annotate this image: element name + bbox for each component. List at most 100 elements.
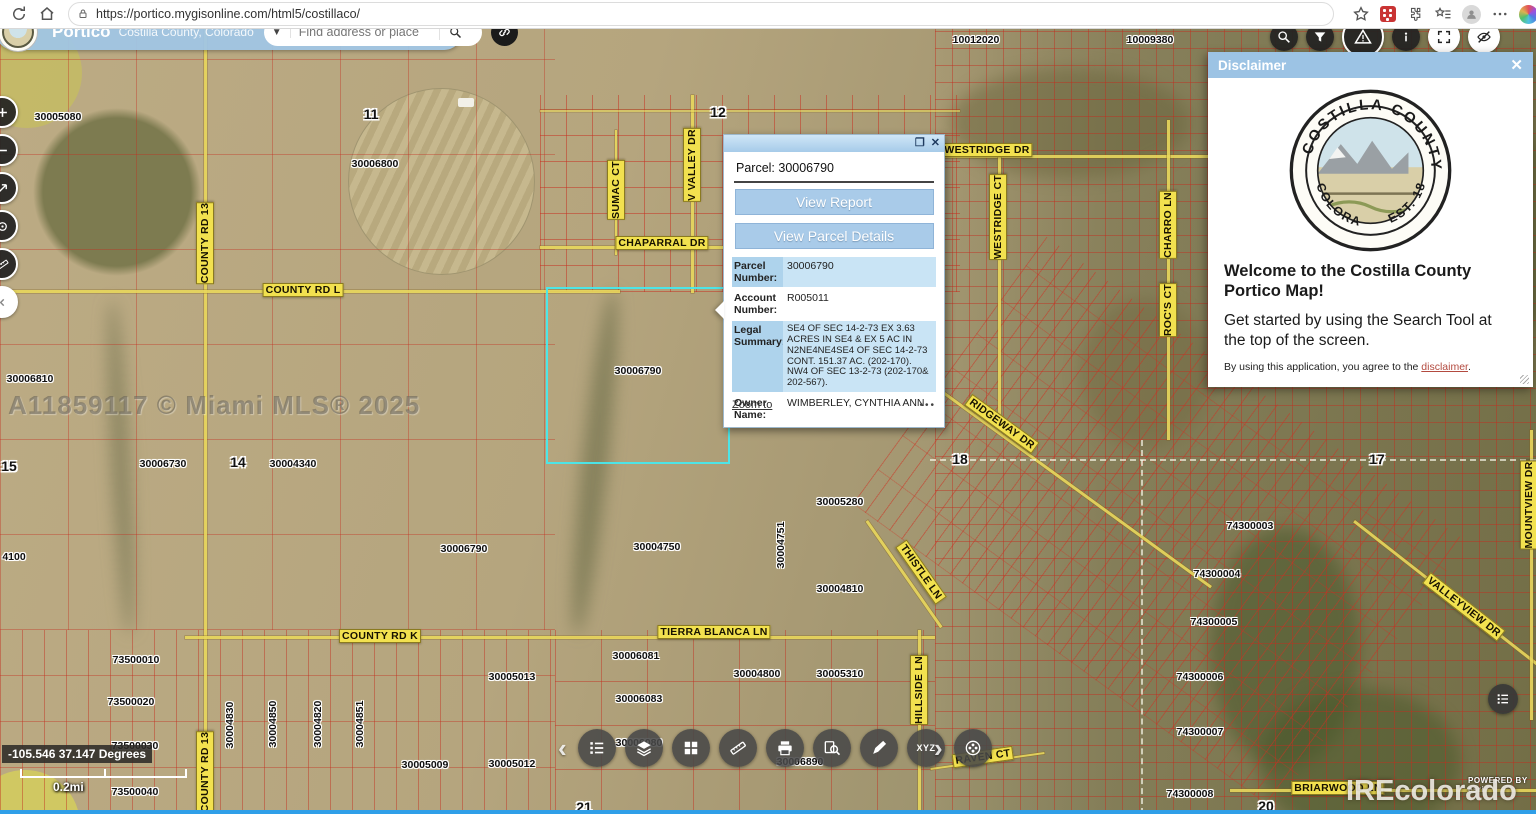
map-label-road: COUNTY RD 13 [196, 202, 214, 284]
measure-icon [728, 738, 748, 758]
field-label: Account Number: [732, 289, 783, 319]
view-parcel-details-button[interactable]: View Parcel Details [735, 223, 934, 249]
disclaimer-link[interactable]: disclaimer [1421, 361, 1468, 373]
agree-prefix: By using this application, you agree to … [1224, 361, 1421, 373]
browser-toolbar: https://portico.mygisonline.com/html5/co… [0, 0, 1536, 29]
map-label-road: HILLSIDE LN [910, 655, 928, 725]
map-label-parcel: 30004851 [354, 701, 366, 748]
extensions-puzzle-icon[interactable] [1406, 5, 1424, 23]
map-label-parcel: 30006081 [613, 650, 660, 662]
map-label-section: 18 [952, 451, 968, 467]
basemap-button[interactable] [672, 729, 710, 767]
legend-icon [1495, 691, 1511, 707]
map-label-parcel: 30005310 [817, 668, 864, 680]
reload-icon[interactable] [10, 5, 28, 23]
map-label-parcel: 30004340 [270, 458, 317, 470]
print-button[interactable] [766, 729, 804, 767]
map-label-parcel: 74300004 [1194, 568, 1241, 580]
bookmark-star-icon[interactable] [1352, 5, 1370, 23]
field-row-legal-summary: Legal Summary: SE4 OF SEC 14-2-73 EX 3.6… [732, 321, 936, 392]
divider [734, 181, 934, 183]
legend-fab-button[interactable] [1488, 684, 1518, 714]
coordinate-readout: -105.546 37.147 Degrees [2, 745, 152, 763]
field-value: 30006790 [783, 257, 936, 287]
measure-button[interactable] [719, 729, 757, 767]
window-edge [0, 810, 1536, 814]
print-icon [775, 738, 795, 758]
toolbar-prev-chevron[interactable]: ‹ [558, 733, 567, 764]
map-label-parcel: 30004750 [634, 541, 681, 553]
toolbar-next-chevron[interactable]: › [934, 733, 943, 764]
collections-icon[interactable] [1434, 5, 1452, 23]
popup-more-options[interactable]: ••• [919, 400, 936, 411]
identify-icon [822, 738, 842, 758]
field-value: R005011 [783, 289, 936, 319]
map-label-section: 12 [710, 104, 726, 120]
map-label-parcel: 73500040 [112, 786, 159, 798]
popup-body: Parcel: 30006790 View Report View Parcel… [724, 152, 944, 416]
map-label-road: V VALLEY DR [683, 128, 701, 202]
county-seal: COSTILLA COUNTY COLORADO EST. 1861 [1288, 88, 1453, 253]
map-label-parcel: 30005013 [489, 671, 536, 683]
map-label-section: 11 [364, 106, 379, 122]
filter-icon [1312, 29, 1328, 45]
layers-icon [634, 738, 654, 758]
popup-parcel-title: Parcel: 30006790 [736, 161, 936, 175]
map-label-road: COUNTY RD K [339, 629, 421, 643]
field-value: SE4 OF SEC 14-2-73 EX 3.63 ACRES IN SE4 … [783, 321, 936, 392]
locate-icon [0, 219, 10, 234]
map-label-road: COUNTY RD L [263, 283, 344, 297]
legend-button[interactable] [578, 729, 616, 767]
disclaimer-close-icon[interactable]: ✕ [1510, 56, 1523, 74]
map-label-road: RIDGEWAY DR [964, 394, 1040, 454]
disclaimer-title: Disclaimer [1218, 58, 1286, 73]
disclaimer-body: COSTILLA COUNTY COLORADO EST. 1861 Welco… [1208, 78, 1533, 373]
app-window: 3000508030006800100120201000938030006810… [0, 0, 1536, 814]
map-label-parcel: 10009380 [1127, 34, 1174, 46]
watermark-mls: A11859117 © Miami MLS® 2025 [8, 390, 420, 421]
collapse-icon [0, 295, 10, 310]
browser-profile-avatar[interactable] [1462, 5, 1481, 24]
map-label-road: WESTRIDGE DR [941, 143, 1032, 157]
copilot-icon[interactable] [1519, 5, 1536, 24]
map-label-parcel: 30006790 [441, 543, 488, 555]
scale-label: 0.2mi [53, 780, 84, 794]
map-label-parcel: 73500020 [108, 696, 155, 708]
draw-icon [869, 738, 889, 758]
popup-close-icon[interactable]: ✕ [931, 138, 940, 149]
view-report-button[interactable]: View Report [735, 189, 934, 215]
browser-actions [1342, 5, 1536, 24]
map-label-parcel: 73500010 [113, 654, 160, 666]
map-label-parcel: 30004751 [775, 522, 787, 569]
draw-button[interactable] [860, 729, 898, 767]
xyz-icon: XYZ [916, 743, 935, 753]
basemap-icon [681, 738, 701, 758]
watermark-irecolorado: IREcolorado [1346, 775, 1517, 808]
map-label-parcel: 74300007 [1177, 726, 1224, 738]
address-bar[interactable]: https://portico.mygisonline.com/html5/co… [68, 2, 1334, 26]
identify-button[interactable] [813, 729, 851, 767]
media-button[interactable] [954, 729, 992, 767]
bottom-toolbar: XYZ [578, 729, 992, 767]
map-label-road: TIERRA BLANCA LN [657, 625, 770, 639]
disclaimer-heading: Welcome to the Costilla County Portico M… [1224, 261, 1517, 301]
map-label-parcel: 30005009 [402, 759, 449, 771]
zoom-to-link[interactable]: Zoom to [732, 399, 772, 411]
map-label-parcel: 30005280 [817, 496, 864, 508]
info-icon [1398, 29, 1414, 45]
zoom-out-icon [0, 143, 10, 158]
field-row-account-number: Account Number: R005011 [732, 289, 936, 319]
agree-suffix: . [1468, 361, 1471, 373]
home-icon[interactable] [38, 5, 56, 23]
map-label-road: VALLEYVIEW DR [1422, 572, 1506, 642]
map-label-parcel: 30006800 [352, 158, 399, 170]
popup-maximize-icon[interactable]: ❐ [915, 138, 925, 149]
map-label-parcel: 74300003 [1227, 520, 1274, 532]
legend-icon [587, 738, 607, 758]
browser-menu-icon[interactable] [1491, 5, 1509, 23]
measure-icon [0, 257, 10, 272]
layers-button[interactable] [625, 729, 663, 767]
resize-handle[interactable] [1520, 375, 1529, 384]
adblock-extension-icon[interactable] [1380, 6, 1396, 22]
media-icon [963, 738, 983, 758]
